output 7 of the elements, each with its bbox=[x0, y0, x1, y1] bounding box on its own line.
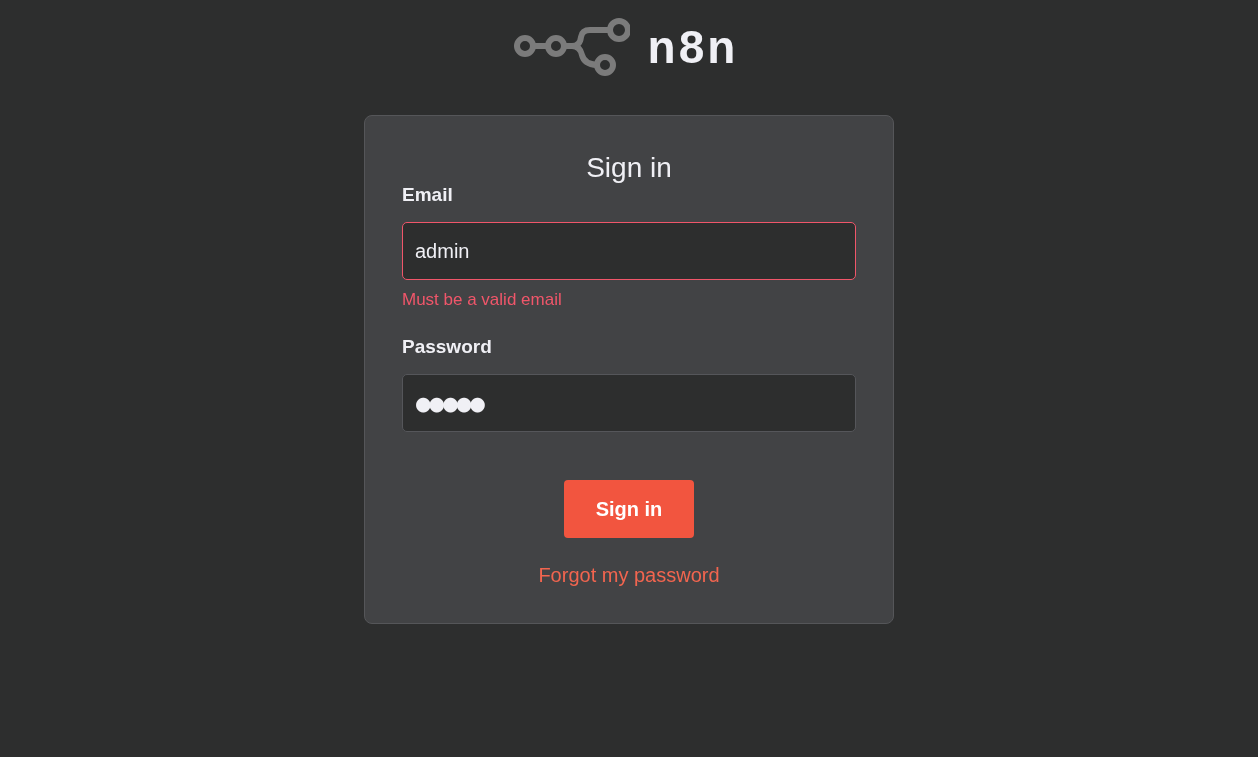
error-message: Must be a valid email bbox=[402, 290, 562, 310]
email-field[interactable]: admin bbox=[402, 222, 856, 280]
field-label: Password bbox=[402, 336, 492, 358]
card-title: Sign in bbox=[586, 152, 672, 184]
logo-text: n8n bbox=[647, 20, 739, 74]
field-label: Email bbox=[402, 184, 453, 206]
password-field[interactable]: ●●●●● bbox=[402, 374, 856, 432]
